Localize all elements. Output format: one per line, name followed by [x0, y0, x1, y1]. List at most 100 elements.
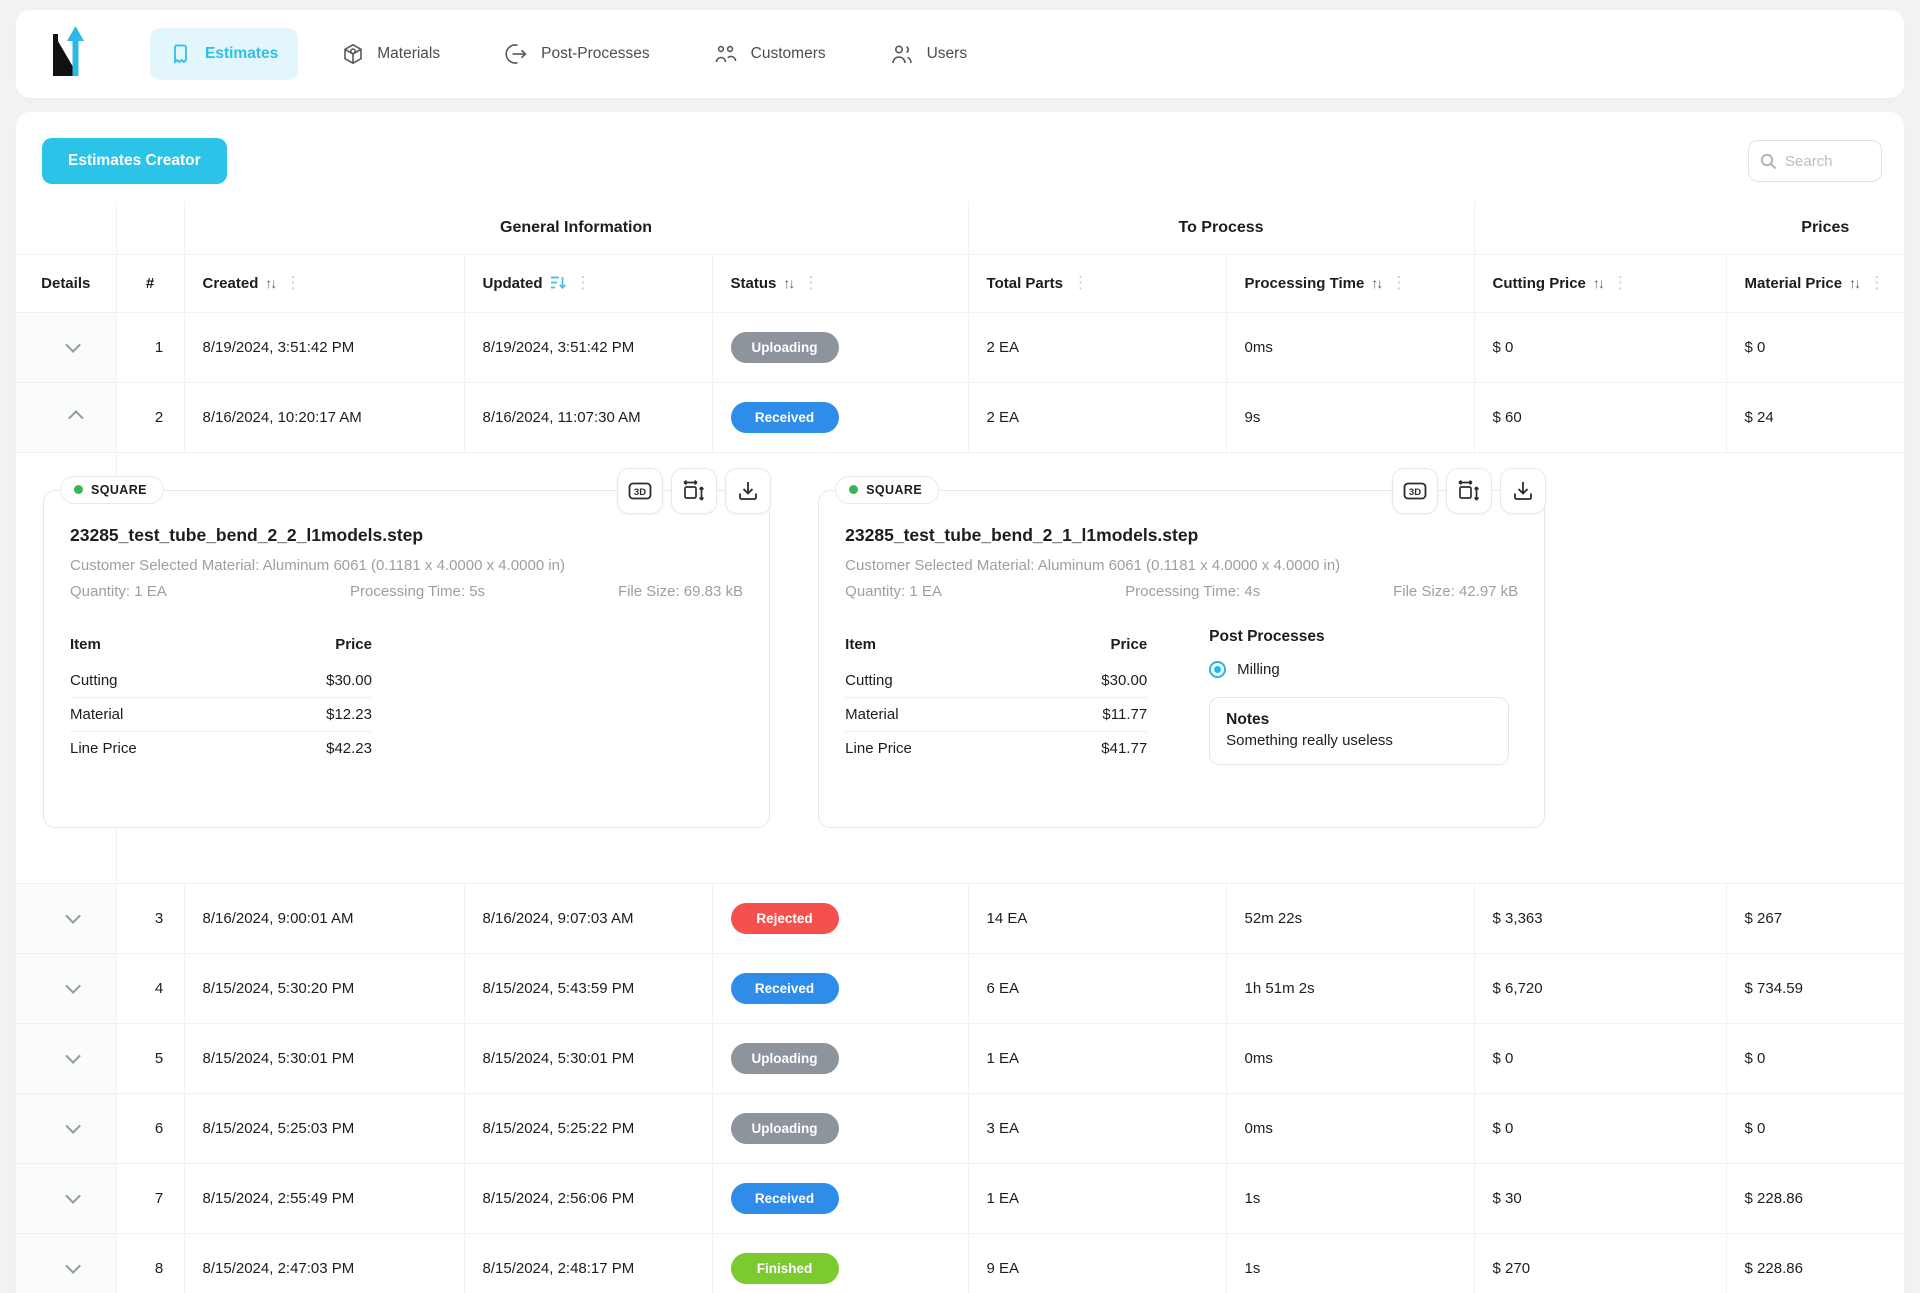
column-menu-icon[interactable]: ⋮: [284, 273, 301, 292]
row-num: 2: [116, 382, 184, 452]
created-cell: 8/19/2024, 3:51:42 PM: [184, 312, 464, 382]
col-header-cutting-price[interactable]: Cutting Price ↑↓ ⋮: [1474, 254, 1726, 312]
table-row: 3 8/16/2024, 9:00:01 AM 8/16/2024, 9:07:…: [16, 883, 1904, 953]
col-header-processing-time[interactable]: Processing Time ↑↓ ⋮: [1226, 254, 1474, 312]
nav-tab-customers[interactable]: Customers: [694, 28, 846, 80]
sort-arrows-icon[interactable]: ↑↓: [1371, 275, 1381, 291]
package-icon: [342, 43, 364, 65]
col-label: Processing Time: [1245, 275, 1365, 292]
column-menu-icon[interactable]: ⋮: [802, 273, 819, 292]
dimensions-button[interactable]: [671, 468, 717, 514]
col-label: Material Price: [1745, 275, 1843, 292]
group-header-spacer: [116, 202, 184, 254]
col-header-total-parts[interactable]: Total Parts ⋮: [968, 254, 1226, 312]
expand-row-button[interactable]: [16, 1023, 116, 1093]
status-cell: Uploading: [712, 1023, 968, 1093]
estimates-creator-button[interactable]: Estimates Creator: [42, 138, 227, 184]
part-meta: Quantity: 1 EA Processing Time: 4s File …: [845, 583, 1518, 600]
expand-row-button[interactable]: [16, 953, 116, 1023]
expand-row-button[interactable]: [16, 312, 116, 382]
status-badge: Finished: [731, 1253, 839, 1284]
processing-time-cell: 1s: [1226, 1233, 1474, 1293]
price-item: Line Price: [845, 740, 912, 757]
column-menu-icon[interactable]: ⋮: [1390, 273, 1407, 292]
sort-arrows-icon[interactable]: ↑↓: [1849, 275, 1859, 291]
search-input[interactable]: [1785, 153, 1865, 170]
column-menu-icon[interactable]: ⋮: [575, 273, 592, 292]
part-file-size: File Size: 42.97 kB: [1393, 583, 1518, 600]
post-processes-title: Post Processes: [1209, 628, 1511, 646]
price-value: $11.77: [1102, 706, 1147, 723]
column-menu-icon[interactable]: ⋮: [1868, 273, 1885, 292]
dimensions-button[interactable]: [1446, 468, 1492, 514]
column-menu-icon[interactable]: ⋮: [1072, 273, 1089, 292]
processing-time-cell: 0ms: [1226, 1023, 1474, 1093]
app-logo: [46, 24, 92, 85]
view-3d-button[interactable]: 3D: [617, 468, 663, 514]
part-processing-time: Processing Time: 4s: [1125, 583, 1393, 600]
total-parts-cell: 3 EA: [968, 1093, 1226, 1163]
search-box[interactable]: [1748, 140, 1882, 182]
price-value: $12.23: [326, 706, 372, 723]
col-label: Total Parts: [987, 275, 1063, 292]
collapse-row-button[interactable]: [16, 382, 116, 452]
part-quantity: Quantity: 1 EA: [70, 583, 350, 600]
shape-badge-label: SQUARE: [91, 483, 147, 497]
expand-row-button[interactable]: [16, 883, 116, 953]
col-header-status[interactable]: Status↑↓⋮: [712, 254, 968, 312]
col-header-updated[interactable]: Updated ⋮: [464, 254, 712, 312]
nav-tab-post-processes[interactable]: Post-Processes: [484, 28, 670, 80]
sort-descending-active-icon[interactable]: [550, 275, 566, 290]
nav-tab-materials[interactable]: Materials: [322, 28, 460, 80]
nav-tab-users[interactable]: Users: [870, 28, 987, 80]
status-badge: Received: [731, 402, 839, 433]
status-cell: Received: [712, 382, 968, 452]
column-menu-icon[interactable]: ⋮: [1612, 273, 1629, 292]
row-num: 7: [116, 1163, 184, 1233]
process-arrow-icon: [504, 43, 528, 65]
view-3d-button[interactable]: 3D: [1392, 468, 1438, 514]
part-card-actions: 3D: [617, 468, 771, 514]
col-header-material-price[interactable]: Material Price ↑↓ ⋮: [1726, 254, 1904, 312]
created-cell: 8/15/2024, 5:30:01 PM: [184, 1023, 464, 1093]
col-label: Created: [203, 275, 259, 292]
cutting-price-cell: $ 60: [1474, 382, 1726, 452]
updated-cell: 8/15/2024, 5:43:59 PM: [464, 953, 712, 1023]
download-button[interactable]: [725, 468, 771, 514]
col-header-created[interactable]: Created ↑↓ ⋮: [184, 254, 464, 312]
col-label: Updated: [483, 275, 543, 292]
price-table: Item Price Cutting $30.00 Material $11.7…: [845, 628, 1147, 765]
notes-text: Something really useless: [1226, 732, 1492, 749]
material-price-cell: $ 267: [1726, 883, 1904, 953]
price-table-item-header: Item: [845, 636, 876, 653]
col-label: Cutting Price: [1493, 275, 1586, 292]
part-card: SQUARE 3D: [43, 490, 770, 828]
cutting-price-cell: $ 0: [1474, 1093, 1726, 1163]
post-process-label: Milling: [1237, 661, 1280, 678]
receipt-icon: [170, 43, 192, 65]
part-material: Customer Selected Material: Aluminum 606…: [70, 557, 743, 574]
price-table-item-header: Item: [70, 636, 101, 653]
3d-view-icon: 3D: [1403, 481, 1427, 501]
created-cell: 8/15/2024, 2:55:49 PM: [184, 1163, 464, 1233]
material-price-cell: $ 24: [1726, 382, 1904, 452]
processing-time-cell: 1h 51m 2s: [1226, 953, 1474, 1023]
sort-arrows-icon[interactable]: ↑↓: [265, 275, 275, 291]
sort-arrows-icon[interactable]: ↑↓: [783, 275, 793, 291]
chevron-down-icon: [66, 1118, 82, 1134]
price-value: $41.77: [1101, 740, 1147, 757]
status-badge: Uploading: [731, 332, 839, 363]
expand-row-button[interactable]: [16, 1233, 116, 1293]
expand-row-button[interactable]: [16, 1163, 116, 1233]
dimensions-icon: [1457, 479, 1481, 503]
material-price-cell: $ 734.59: [1726, 953, 1904, 1023]
download-icon: [1512, 480, 1534, 502]
nav-tab-estimates[interactable]: Estimates: [150, 28, 298, 80]
download-button[interactable]: [1500, 468, 1546, 514]
nav-tab-label: Post-Processes: [541, 45, 650, 63]
post-process-item[interactable]: Milling: [1209, 661, 1511, 678]
part-file-size: File Size: 69.83 kB: [618, 583, 743, 600]
updated-cell: 8/16/2024, 11:07:30 AM: [464, 382, 712, 452]
expand-row-button[interactable]: [16, 1093, 116, 1163]
sort-arrows-icon[interactable]: ↑↓: [1593, 275, 1603, 291]
